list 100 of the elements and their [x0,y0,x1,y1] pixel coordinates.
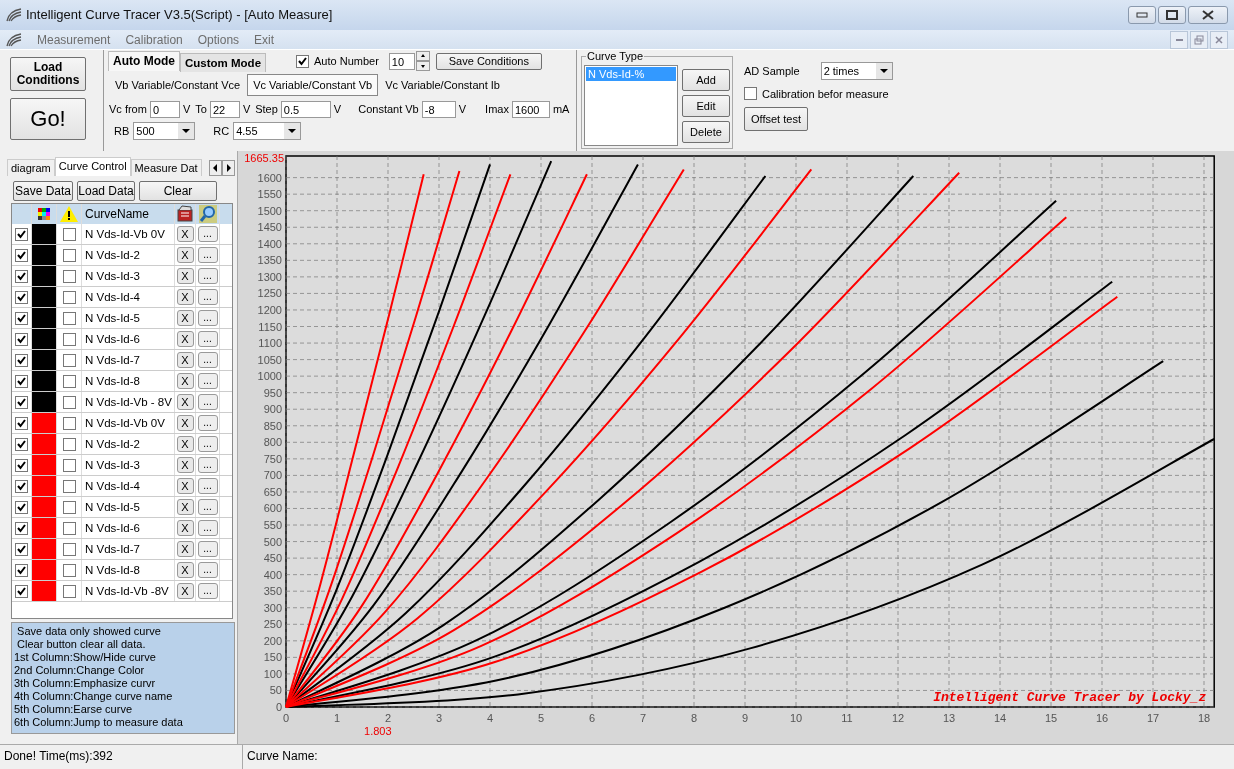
checkbox[interactable] [15,269,28,283]
input-field[interactable]: 0 [149,100,180,118]
jump-button[interactable]: ... [197,499,218,516]
checkbox[interactable] [15,374,28,388]
color-swatch[interactable] [32,224,57,245]
checkbox[interactable] [15,395,28,409]
maximize-button[interactable] [1158,5,1186,24]
erase-button[interactable]: X [176,289,194,306]
jump-button[interactable]: ... [197,310,218,327]
erase-button[interactable]: X [176,394,194,411]
color-swatch[interactable] [32,413,57,434]
checkbox[interactable] [15,248,28,262]
input-field[interactable]: 22 [209,100,240,118]
checkbox[interactable] [62,437,76,451]
checkbox[interactable] [62,584,76,598]
checkbox[interactable] [62,542,76,556]
dropdown-field[interactable]: 500 [133,122,196,141]
checkbox[interactable] [62,374,76,388]
input-field[interactable]: -8 [421,100,456,118]
checkbox[interactable] [744,87,757,101]
menu-item[interactable]: Options [197,32,240,47]
jump-button[interactable]: ... [197,583,218,600]
input-field[interactable]: 0.5 [280,100,331,118]
panel-tab[interactable]: Curve Control [54,157,131,177]
checkbox[interactable] [62,227,76,241]
color-swatch[interactable] [32,581,57,602]
tab-scroll-arrows[interactable] [209,160,235,177]
erase-button[interactable]: X [176,331,194,348]
erase-button[interactable]: X [176,436,194,453]
checkbox[interactable] [62,416,76,430]
jump-button[interactable]: ... [197,415,218,432]
erase-button[interactable]: X [176,373,194,390]
erase-button[interactable]: X [176,226,194,243]
curve-type-button[interactable]: Delete [682,121,730,144]
checkbox[interactable] [62,563,76,577]
load-conditions-button[interactable]: Load Conditions [10,57,86,92]
erase-button[interactable]: X [176,520,194,537]
checkbox[interactable] [62,332,76,346]
checkbox[interactable] [15,437,28,451]
checkbox[interactable] [62,521,76,535]
checkbox[interactable] [62,248,76,262]
erase-button[interactable]: X [176,268,194,285]
checkbox[interactable] [15,563,28,577]
checkbox[interactable] [62,290,76,304]
sweep-tab[interactable]: Vc Variable/Constant Vb [247,74,379,97]
curve-type-button[interactable]: Edit [682,95,730,118]
color-swatch[interactable] [32,434,57,455]
jump-button[interactable]: ... [197,373,218,390]
jump-button[interactable]: ... [197,247,218,264]
jump-button[interactable]: ... [197,457,218,474]
curve-type-button[interactable]: Add [682,69,730,92]
jump-button[interactable]: ... [197,520,218,537]
checkbox[interactable] [15,290,28,304]
mode-tab[interactable]: Auto Mode [108,51,180,72]
checkbox[interactable] [15,332,28,346]
panel-button[interactable]: Load Data [77,181,135,202]
spin-buttons[interactable] [415,51,430,72]
close-button[interactable] [1188,5,1228,24]
minimize-button[interactable] [1170,30,1188,49]
color-swatch[interactable] [32,539,57,560]
erase-button[interactable]: X [176,562,194,579]
sweep-tab[interactable]: Vc Variable/Constant Ib [380,75,505,96]
auto-number-field[interactable]: 10 [388,52,415,70]
erase-button[interactable]: X [176,247,194,264]
erase-button[interactable]: X [176,310,194,327]
jump-button[interactable]: ... [197,268,218,285]
checkbox[interactable] [62,500,76,514]
color-swatch[interactable] [32,329,57,350]
jump-button[interactable]: ... [197,541,218,558]
checkbox[interactable] [15,458,28,472]
erase-button[interactable]: X [176,541,194,558]
panel-button[interactable]: Clear [139,181,217,202]
erase-button[interactable]: X [176,583,194,600]
color-swatch[interactable] [32,371,57,392]
menu-item[interactable]: Exit [254,32,275,47]
checkbox[interactable] [15,521,28,535]
checkbox[interactable] [15,479,28,493]
checkbox[interactable] [15,353,28,367]
checkbox[interactable] [296,54,310,68]
checkbox[interactable] [62,353,76,367]
offset-test-button[interactable]: Offset test [744,107,808,132]
jump-button[interactable]: ... [197,394,218,411]
color-swatch[interactable] [32,455,57,476]
erase-button[interactable]: X [176,499,194,516]
panel-button[interactable]: Save Data [13,181,73,202]
erase-button[interactable]: X [176,352,194,369]
checkbox[interactable] [15,227,28,241]
erase-button[interactable]: X [176,457,194,474]
color-swatch[interactable] [32,308,57,329]
jump-button[interactable]: ... [197,562,218,579]
color-swatch[interactable] [32,245,57,266]
color-swatch[interactable] [32,266,57,287]
checkbox[interactable] [15,584,28,598]
color-swatch[interactable] [32,560,57,581]
checkbox[interactable] [62,479,76,493]
checkbox[interactable] [15,542,28,556]
erase-button[interactable]: X [176,415,194,432]
save-conditions-button[interactable]: Save Conditions [435,52,542,70]
color-swatch[interactable] [32,350,57,371]
dropdown-field[interactable]: 2 times [820,62,893,81]
